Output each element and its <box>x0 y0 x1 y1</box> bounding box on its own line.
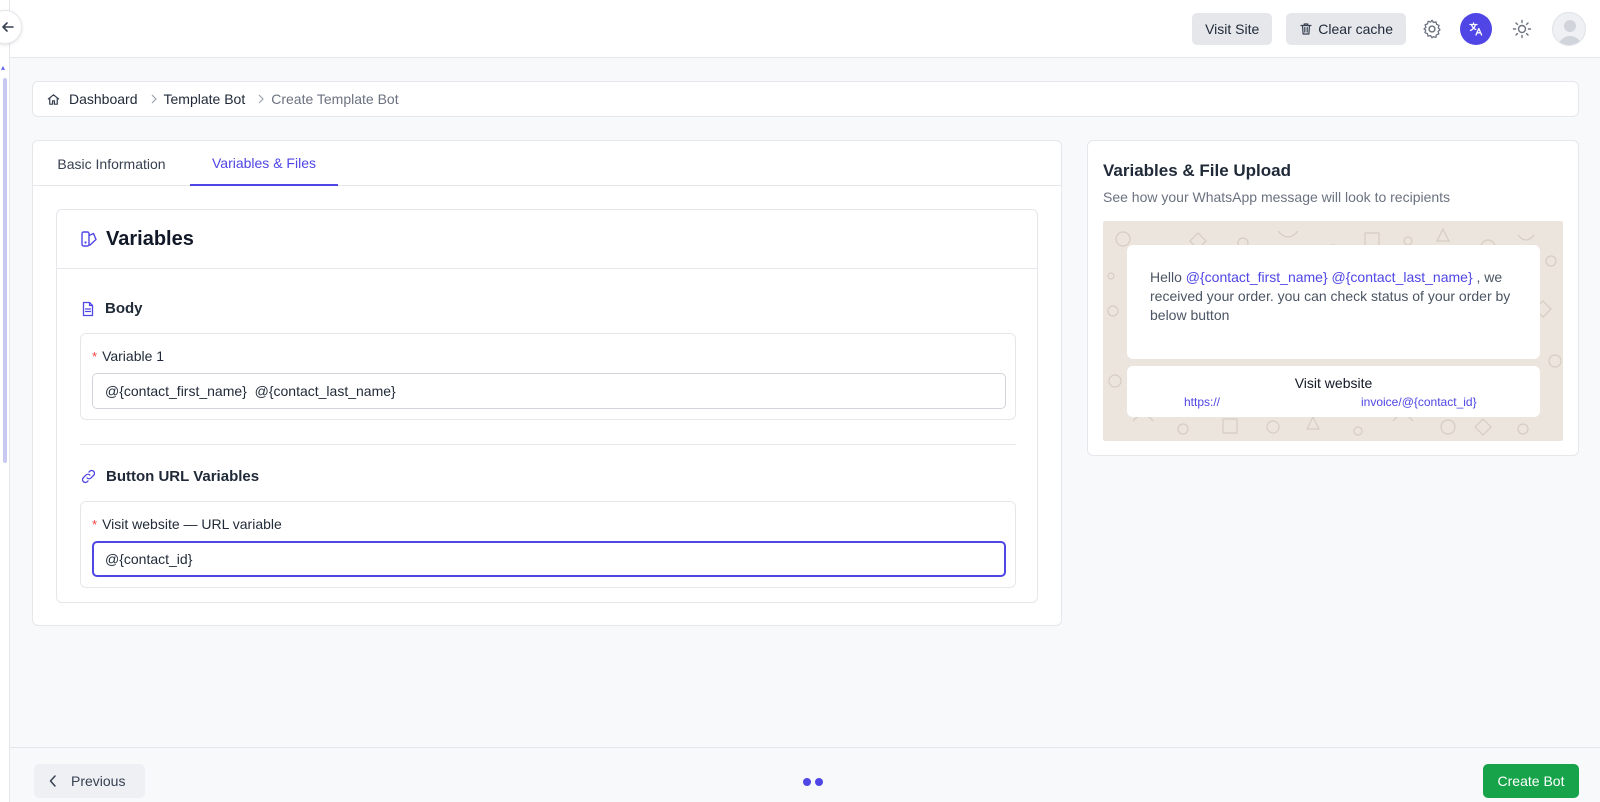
url-variable-group: * Visit website — URL variable <box>80 501 1016 588</box>
sidebar-scrollbar[interactable] <box>3 78 7 463</box>
previous-button[interactable]: Previous <box>34 764 145 798</box>
form-card: Basic Information Variables & Files Vari… <box>32 140 1062 626</box>
preview-button-url-prefix: https:// <box>1184 395 1221 409</box>
required-marker: * <box>92 348 98 364</box>
document-icon <box>82 301 94 316</box>
chevron-right-icon <box>257 94 265 104</box>
breadcrumb: Dashboard Template Bot Create Template B… <box>32 81 1579 117</box>
message-prefix: Hello <box>1150 269 1186 285</box>
body-section-title: Body <box>80 300 143 317</box>
create-bot-button[interactable]: Create Bot <box>1483 764 1579 798</box>
theme-toggle-button[interactable] <box>1506 13 1538 45</box>
variables-card: Variables Body * Variable 1 Button URL V… <box>56 209 1038 603</box>
button-url-section-title: Button URL Variables <box>80 468 259 485</box>
variable-1-input[interactable] <box>92 373 1006 409</box>
topbar-actions: Visit Site Clear cache <box>1192 0 1600 58</box>
button-url-section-label: Button URL Variables <box>106 468 260 485</box>
preview-visit-website-button[interactable]: Visit website https:// invoice/@{contact… <box>1127 366 1540 417</box>
required-marker: * <box>92 516 98 532</box>
preview-button-label: Visit website <box>1294 375 1373 391</box>
user-icon <box>1558 20 1582 45</box>
scroll-up-icon[interactable]: ▴ <box>1 64 9 72</box>
language-button[interactable] <box>1460 13 1492 45</box>
url-variable-input[interactable] <box>92 541 1006 577</box>
whatsapp-preview: Hello @{contact_first_name} @{contact_la… <box>1103 221 1563 441</box>
translate-icon <box>1469 22 1483 36</box>
visit-site-label: Visit Site <box>1205 21 1260 37</box>
sidebar-rail: ▴ <box>0 0 10 802</box>
variable-1-group: * Variable 1 <box>80 333 1016 420</box>
url-variable-label-text: Visit website — URL variable <box>102 516 282 532</box>
tab-basic-information[interactable]: Basic Information <box>33 141 190 186</box>
link-icon <box>81 469 96 484</box>
chevron-right-icon <box>150 94 158 104</box>
arrow-left-icon <box>2 22 14 32</box>
step-indicator <box>803 778 823 786</box>
body-section-label: Body <box>105 300 143 317</box>
variable-1-label: * Variable 1 <box>92 348 164 364</box>
chevron-left-icon <box>49 775 56 787</box>
tab-variables-files[interactable]: Variables & Files <box>190 141 338 186</box>
settings-button[interactable] <box>1416 13 1448 45</box>
trash-icon <box>1300 23 1312 35</box>
preview-card: Variables & File Upload See how your Wha… <box>1087 140 1579 456</box>
step-dot-2[interactable] <box>815 778 823 786</box>
clear-cache-button[interactable]: Clear cache <box>1286 13 1406 45</box>
preview-title: Variables & File Upload <box>1103 161 1292 180</box>
variables-header: Variables <box>57 210 1037 269</box>
previous-label: Previous <box>71 773 126 789</box>
wizard-footer: Previous Create Bot <box>10 747 1600 802</box>
user-avatar[interactable] <box>1552 12 1586 46</box>
message-token-last-name: @{contact_last_name} <box>1331 269 1473 285</box>
variable-icon <box>81 231 97 247</box>
step-dot-1[interactable] <box>803 778 811 786</box>
breadcrumb-template-bot[interactable]: Template Bot <box>164 91 246 107</box>
section-divider <box>80 444 1016 445</box>
preview-subtitle: See how your WhatsApp message will look … <box>1103 189 1451 205</box>
visit-site-button[interactable]: Visit Site <box>1192 13 1273 45</box>
sun-icon <box>1512 19 1532 39</box>
breadcrumb-create-template-bot: Create Template Bot <box>271 91 399 107</box>
message-bubble: Hello @{contact_first_name} @{contact_la… <box>1127 245 1540 359</box>
message-token-first-name: @{contact_first_name} <box>1185 269 1328 285</box>
topbar: Visit Site Clear cache <box>10 0 1600 58</box>
tab-bar: Basic Information Variables & Files <box>33 141 1061 186</box>
variables-title: Variables <box>106 227 194 250</box>
variable-1-label-text: Variable 1 <box>102 348 165 364</box>
gear-icon <box>1423 19 1441 39</box>
url-variable-label: * Visit website — URL variable <box>92 516 282 532</box>
home-icon <box>47 93 60 105</box>
breadcrumb-dashboard[interactable]: Dashboard <box>69 91 138 107</box>
clear-cache-label: Clear cache <box>1318 21 1393 37</box>
preview-button-url-suffix: invoice/@{contact_id} <box>1361 395 1477 409</box>
